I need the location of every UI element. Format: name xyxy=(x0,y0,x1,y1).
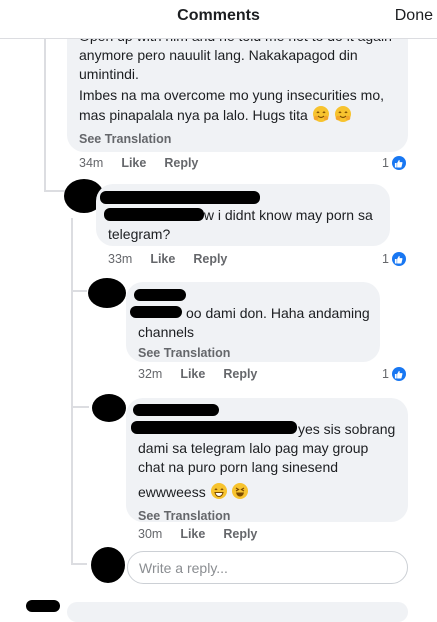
thread-line xyxy=(44,38,46,190)
comment-bubble xyxy=(67,602,408,622)
reaction-number: 1 xyxy=(382,252,389,266)
comment-bubble: Open up with him and he told me not to d… xyxy=(67,22,408,152)
page-title: Comments xyxy=(177,7,260,24)
comment-text-line: Imbes na ma overcome mo yung insecuritie… xyxy=(79,87,385,103)
thread-line xyxy=(71,563,87,565)
reply-button[interactable]: Reply xyxy=(193,252,227,266)
reaction-count[interactable]: 1 xyxy=(382,252,406,266)
redacted-avatar xyxy=(26,600,60,612)
avatar[interactable] xyxy=(92,394,126,422)
see-translation-link[interactable]: See Translation xyxy=(138,507,396,526)
reaction-number: 1 xyxy=(382,156,389,170)
comment-text-line-with-emoji: ewwweess xyxy=(138,482,396,505)
hugging-face-emoji-icon xyxy=(312,105,330,128)
redacted-name xyxy=(100,191,260,204)
comment-actions: 34m Like Reply xyxy=(79,156,198,170)
redacted-text xyxy=(130,306,182,318)
comment-text-line: umintindi. xyxy=(79,66,139,82)
redacted-text xyxy=(104,208,204,221)
redacted-text xyxy=(131,421,297,434)
comment-text-line: dami sa telegram lalo pag may group xyxy=(138,440,369,456)
comment-actions: 32m Like Reply xyxy=(138,367,257,381)
like-button[interactable]: Like xyxy=(180,367,205,381)
reply-placeholder: Write a reply... xyxy=(139,559,228,576)
comment-time: 33m xyxy=(108,252,133,266)
comment-time: 32m xyxy=(138,367,163,381)
avatar[interactable] xyxy=(88,278,126,308)
like-thumb-icon xyxy=(391,156,406,170)
avatar xyxy=(91,547,125,583)
reaction-count[interactable]: 1 xyxy=(382,367,406,381)
thread-line xyxy=(71,406,89,408)
comments-header: Comments Done xyxy=(0,0,437,39)
comment-time: 34m xyxy=(79,156,104,170)
see-translation-link[interactable]: See Translation xyxy=(79,130,396,149)
comment-text-line: anymore pero nauulit lang. Nakakapagod d… xyxy=(79,47,358,63)
reaction-count[interactable]: 1 xyxy=(382,156,406,170)
reply-button[interactable]: Reply xyxy=(223,527,257,541)
like-button[interactable]: Like xyxy=(150,252,175,266)
like-thumb-icon xyxy=(391,252,406,266)
laughing-emoji-icon xyxy=(231,482,249,505)
redacted-name xyxy=(133,404,219,416)
reply-input[interactable]: Write a reply... xyxy=(127,551,408,584)
thread-line xyxy=(71,218,73,564)
reply-button[interactable]: Reply xyxy=(164,156,198,170)
like-button[interactable]: Like xyxy=(180,527,205,541)
see-translation-link[interactable]: See Translation xyxy=(138,344,368,363)
reply-button[interactable]: Reply xyxy=(223,367,257,381)
comment-bubble: yes sis sobrang dami sa telegram lalo pa… xyxy=(126,398,408,523)
done-button[interactable]: Done xyxy=(395,7,433,25)
comment-text-line: channels xyxy=(138,324,195,340)
comment-text-line: telegram? xyxy=(108,226,171,242)
comment-text: ewwweess xyxy=(138,484,206,500)
comment-time: 30m xyxy=(138,527,163,541)
reaction-number: 1 xyxy=(382,367,389,381)
like-button[interactable]: Like xyxy=(121,156,146,170)
comment-actions: 30m Like Reply xyxy=(138,527,257,541)
comment-text-line: chat na puro porn lang sinesend xyxy=(138,459,339,475)
hugging-face-emoji-icon xyxy=(334,105,352,128)
comment-text: mas pinapalala nya pa lalo. Hugs tita xyxy=(79,107,308,123)
comment-text-line-with-emoji: mas pinapalala nya pa lalo. Hugs tita xyxy=(79,105,396,128)
like-thumb-icon xyxy=(391,367,406,381)
redacted-name xyxy=(134,289,186,301)
comment-actions: 33m Like Reply xyxy=(108,252,227,266)
grinning-emoji-icon xyxy=(210,482,228,505)
thread-line xyxy=(71,290,87,292)
